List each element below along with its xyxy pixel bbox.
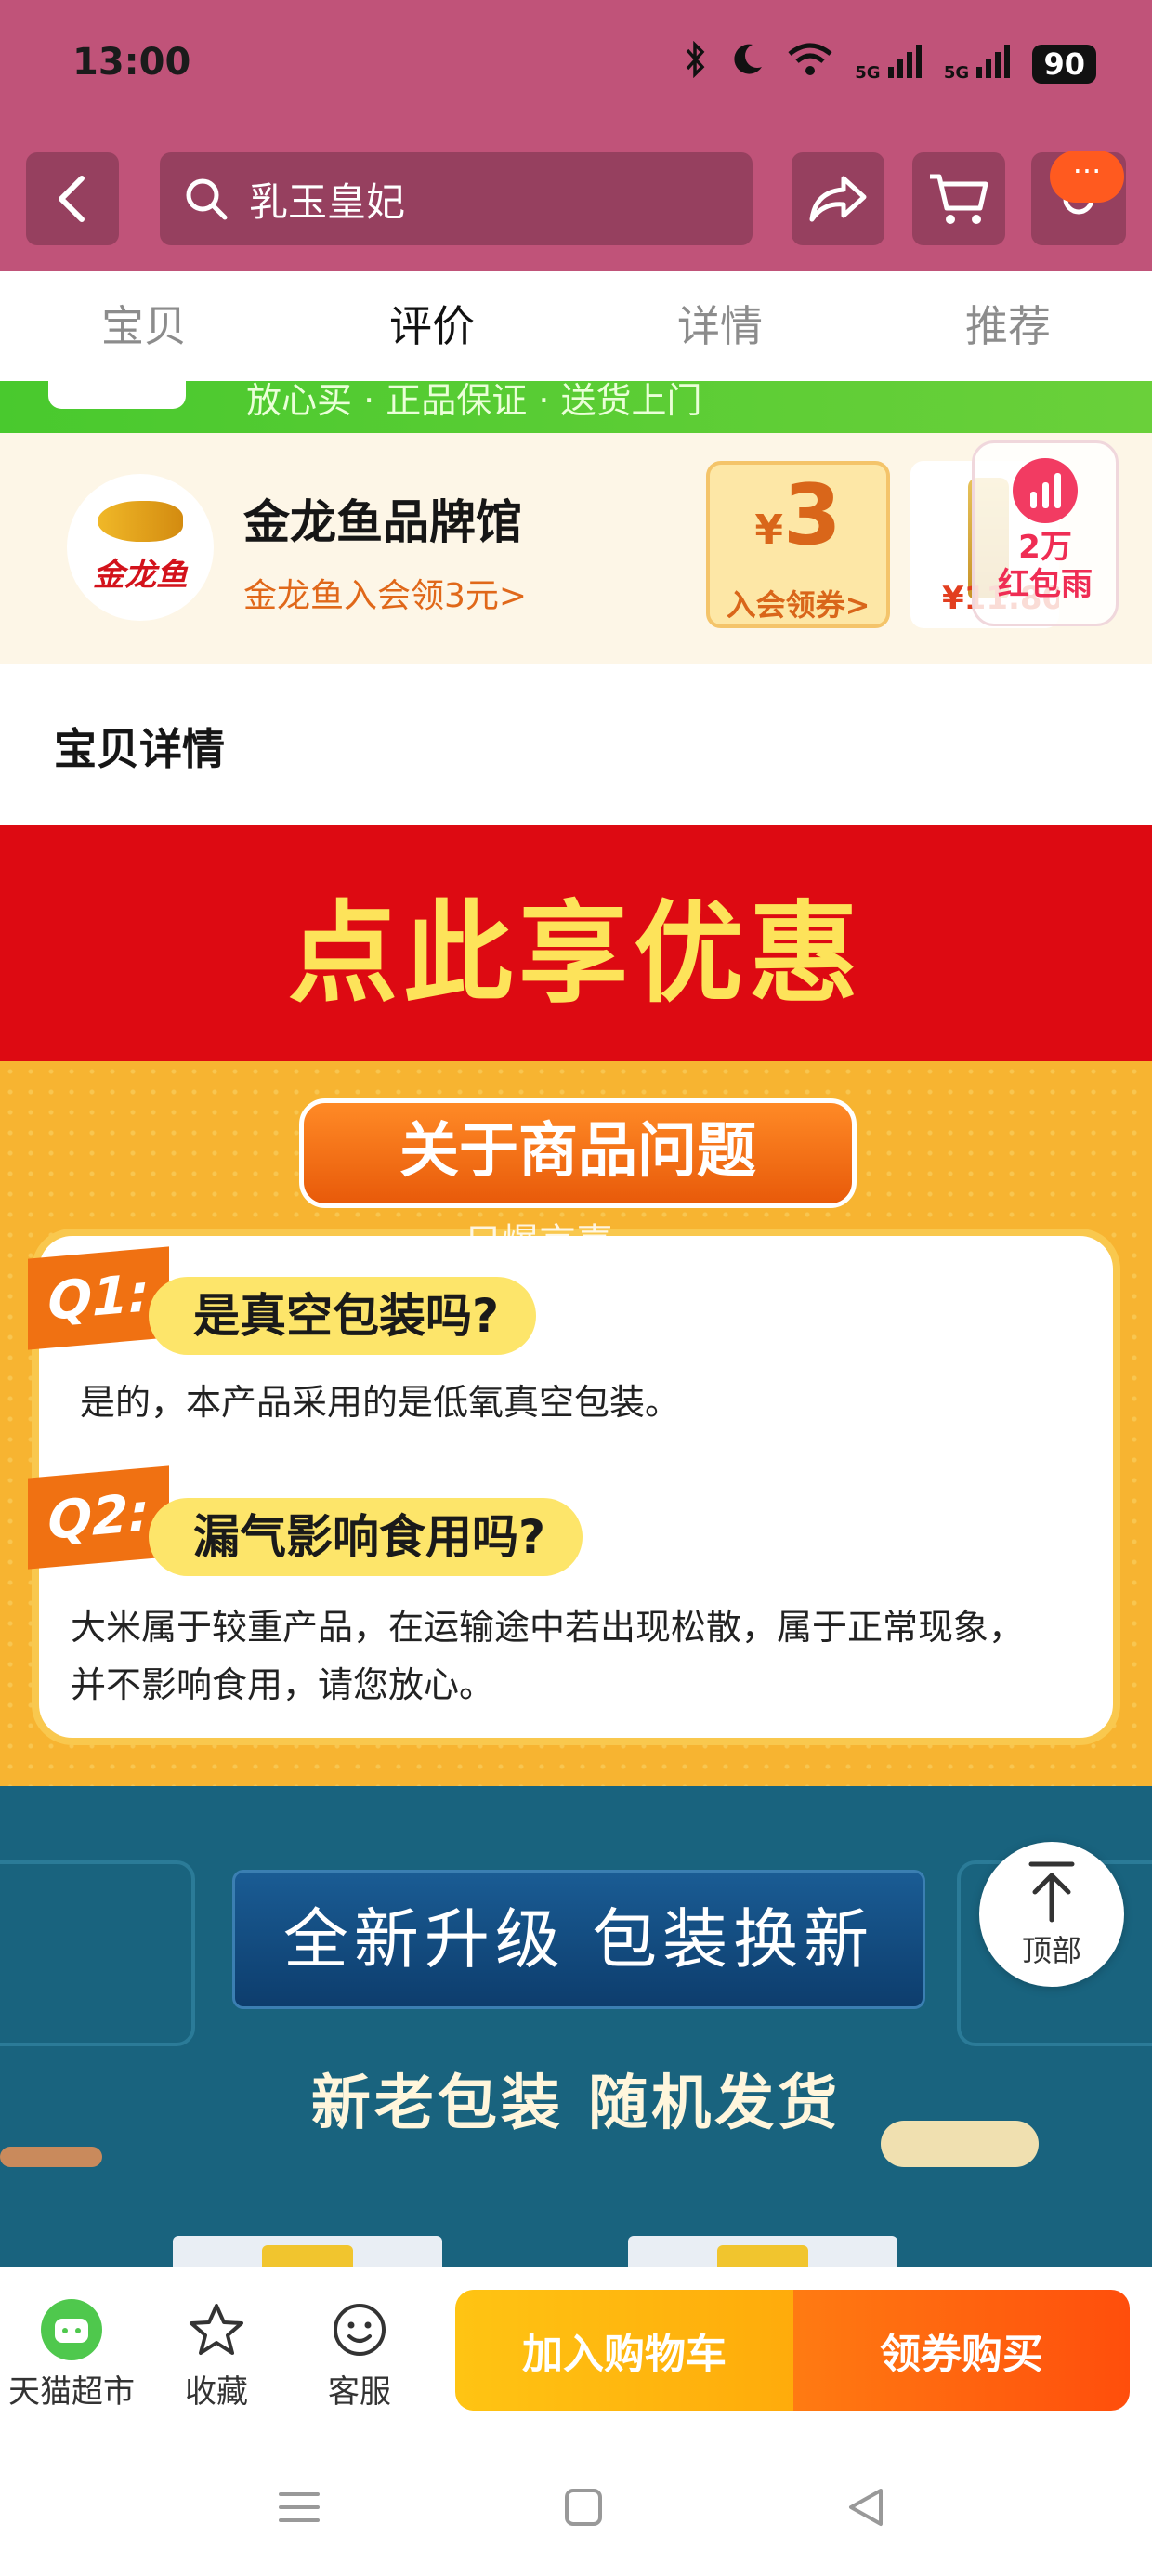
status-icons: 5G 5G 90 [684,40,1096,86]
search-input[interactable]: 乳玉皇妃 [160,152,753,245]
promo-banner[interactable]: 点此享优惠 [0,825,1152,1061]
tmall-market-button[interactable]: 天猫超市 [2,2299,141,2412]
tab-bar: 宝贝 评价 详情 推荐 [0,271,1152,381]
faq-image: 关于商品问题 只爆京喜 Q1: 是真空包装吗? 是的，本产品采用的是低氧真空包装… [0,1061,1152,1786]
menu-icon[interactable] [271,2479,327,2535]
tab-recommend[interactable]: 推荐 [864,271,1152,381]
service-label: 客服 [328,2373,391,2411]
red-envelope-amount: 2万 [1018,529,1072,566]
q2-question: 漏气影响食用吗? [149,1498,583,1576]
tmall-label: 天猫超市 [8,2373,135,2411]
red-envelope-rain-widget[interactable]: 2万 红包雨 [972,440,1119,626]
tmall-cat-icon [41,2299,102,2360]
decor-pattern-left [0,1860,195,2046]
arrow-up-icon [1028,1861,1075,1923]
cart-button[interactable] [912,152,1005,245]
coupon-amount: ¥3 [754,467,842,564]
signal-5g-icon-2: 5G [944,45,1013,83]
brand-member-offer[interactable]: 金龙鱼入会领3元> [243,569,527,617]
status-time: 13:00 [72,41,191,84]
guarantee-text: 放心买 · 正品保证 · 送货上门 [246,381,702,421]
smile-face-icon [329,2299,390,2360]
more-badge[interactable]: ··· [1050,151,1124,203]
chevron-left-icon [59,176,85,222]
brand-logo-text: 金龙鱼 [93,556,188,594]
brand-name[interactable]: 金龙鱼品牌馆 [243,485,522,552]
upgrade-banner: 全新升级 包装换新 [232,1870,925,2009]
back-button[interactable] [26,152,119,245]
package-new-image [628,2236,897,2267]
coupon-buy-button[interactable]: 领券购买 [793,2290,1130,2411]
header-area: 13:00 5G 5G 90 乳玉皇妃 ··· [0,0,1152,271]
cloud-decor-left [0,2147,102,2167]
tab-baobei[interactable]: 宝贝 [0,271,288,381]
share-icon [809,176,867,222]
q1-question: 是真空包装吗? [149,1277,537,1355]
strip-tab [48,381,186,409]
system-nav-bar [0,2435,1152,2576]
share-button[interactable] [792,152,884,245]
favorite-button[interactable]: 收藏 [147,2299,286,2412]
add-to-cart-button[interactable]: 加入购物车 [455,2290,793,2411]
promo-banner-text: 点此享优惠 [287,888,864,1018]
customer-service-button[interactable]: 客服 [290,2299,429,2412]
member-coupon[interactable]: ¥3 入会领券> [706,461,890,628]
q2-answer-line2: 并不影响食用，请您放心。 [71,1664,495,1705]
fish-icon [98,500,183,542]
bluetooth-icon [684,40,708,86]
cloud-decor [881,2121,1039,2167]
watermark-text: 只爆京喜 [465,1221,613,1264]
q2-answer-line1: 大米属于较重产品，在运输途中若出现松散，属于正常现象， [71,1607,1025,1648]
faq-heading: 关于商品问题 [299,1098,857,1208]
back-to-top-label: 顶部 [1021,1933,1081,1968]
cart-icon [930,174,988,224]
star-icon [186,2299,247,2360]
red-envelope-label: 红包雨 [998,566,1093,603]
signal-5g-icon: 5G [855,45,923,83]
back-triangle-icon[interactable] [838,2479,894,2535]
bar-chart-icon [1013,458,1078,523]
coupon-label: 入会领券> [726,587,871,623]
moon-icon [728,41,766,86]
q1-answer: 是的，本产品采用的是低氧真空包装。 [80,1382,681,1423]
brand-logo[interactable]: 金龙鱼 [67,474,214,621]
wifi-icon [786,41,834,86]
search-icon [186,178,228,220]
bottom-action-bar: 天猫超市 收藏 客服 加入购物车 领券购买 [0,2267,1152,2435]
section-title: 宝贝详情 [54,724,225,774]
search-query: 乳玉皇妃 [249,178,406,225]
home-square-icon[interactable] [556,2479,611,2535]
q2-tag: Q2: [28,1465,169,1570]
battery-indicator: 90 [1032,44,1096,84]
favorite-label: 收藏 [185,2373,248,2411]
tab-details[interactable]: 详情 [576,271,864,381]
guarantee-strip: 放心买 · 正品保证 · 送货上门 [0,381,1152,433]
package-old-image [173,2236,442,2267]
back-to-top-button[interactable]: 顶部 [979,1842,1124,1987]
tab-reviews[interactable]: 评价 [288,271,576,381]
q1-tag: Q1: [28,1246,169,1350]
